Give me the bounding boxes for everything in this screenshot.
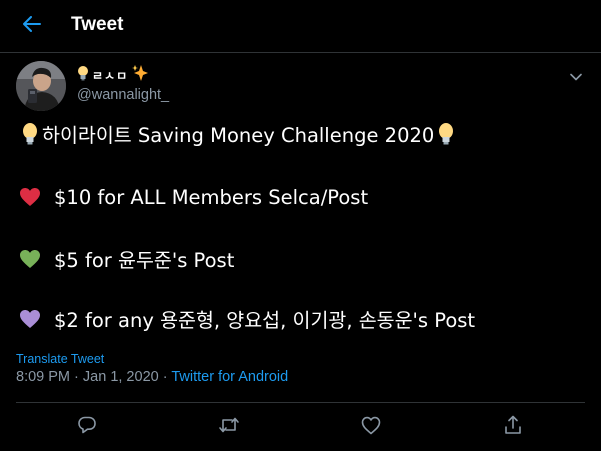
tweet-line-text: 하이라이트 Saving Money Challenge 2020 xyxy=(42,124,435,147)
tweet-line: $10 for ALL Members Selca/Post xyxy=(18,184,368,210)
author-display-name[interactable]: ㄹㅅㅁ xyxy=(77,64,149,86)
sparkles-icon xyxy=(131,64,149,86)
retweet-icon xyxy=(218,415,240,439)
light-bulb-icon xyxy=(434,121,458,147)
top-header: Tweet xyxy=(0,0,601,53)
meta-separator: · xyxy=(74,369,79,385)
back-button[interactable] xyxy=(14,9,50,43)
share-icon xyxy=(504,415,522,439)
tweet-source-link[interactable]: Twitter for Android xyxy=(171,369,288,385)
display-name-text: ㄹㅅㅁ xyxy=(92,68,129,83)
tweet-line: 하이라이트 Saving Money Challenge 2020 xyxy=(18,119,458,148)
reply-button[interactable] xyxy=(73,414,101,440)
share-button[interactable] xyxy=(499,414,527,440)
tweet-line: $5 for 윤두준's Post xyxy=(18,244,234,273)
tweet-line-text: $2 for any 용준형, 양요섭, 이기광, 손동운's Post xyxy=(54,309,476,332)
arrow-left-icon xyxy=(23,16,41,36)
green-heart-icon xyxy=(18,246,42,272)
retweet-button[interactable] xyxy=(215,414,243,440)
light-bulb-icon xyxy=(18,121,42,147)
translate-tweet-link[interactable]: Translate Tweet xyxy=(16,352,104,366)
like-button[interactable] xyxy=(357,414,385,440)
tweet-date[interactable]: Jan 1, 2020 xyxy=(83,369,159,385)
light-bulb-icon xyxy=(77,65,89,85)
chevron-down-icon xyxy=(570,66,582,85)
more-options-button[interactable] xyxy=(566,66,586,84)
heart-outline-icon xyxy=(361,416,381,439)
tweet-line-text: $5 for 윤두준's Post xyxy=(54,249,235,272)
author-avatar[interactable] xyxy=(16,61,66,111)
tweet-metadata: 8:09 PM · Jan 1, 2020 · Twitter for Andr… xyxy=(16,369,288,385)
red-heart-icon xyxy=(18,184,42,210)
meta-separator: · xyxy=(162,369,168,385)
tweet-line-text: $10 for ALL Members Selca/Post xyxy=(54,185,369,209)
reply-icon xyxy=(77,415,97,439)
tweet-line: $2 for any 용준형, 양요섭, 이기광, 손동운's Post xyxy=(18,304,475,333)
purple-heart-icon xyxy=(18,306,42,332)
divider xyxy=(16,402,585,403)
page-title: Tweet xyxy=(71,14,124,35)
author-handle[interactable]: @wannalight_ xyxy=(77,87,169,103)
tweet-time[interactable]: 8:09 PM xyxy=(16,369,70,385)
